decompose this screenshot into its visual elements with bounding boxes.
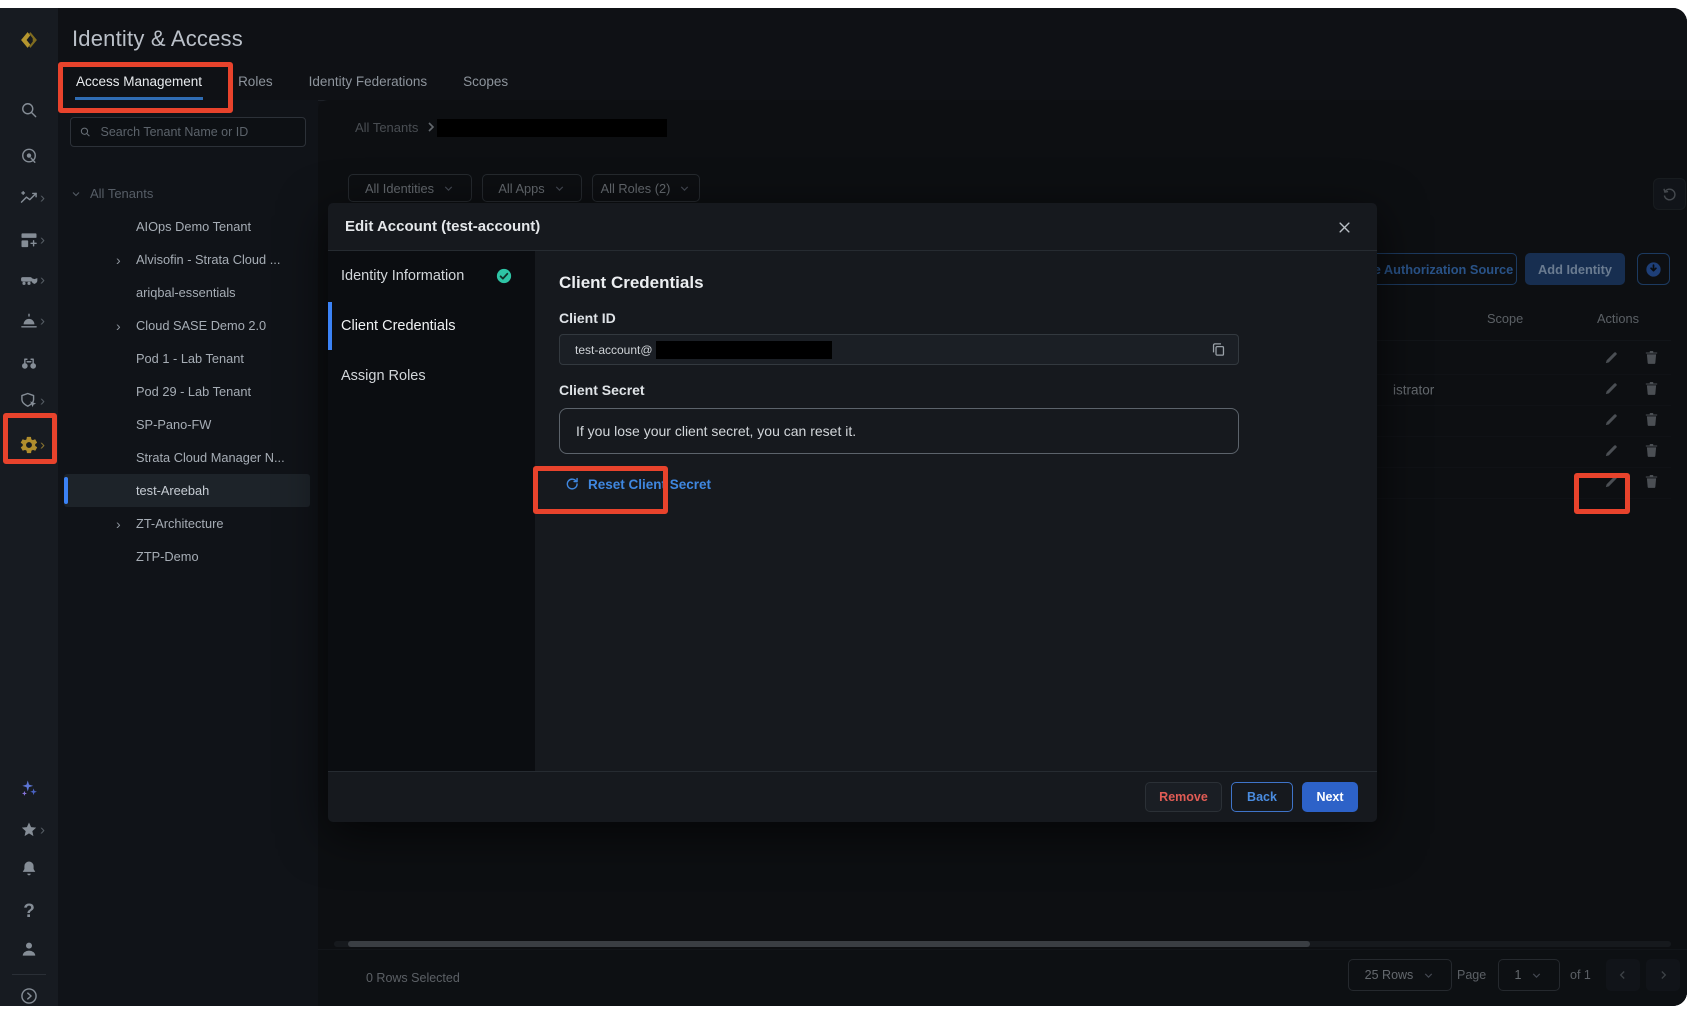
tenant-item-cloud-sase[interactable]: ›Cloud SASE Demo 2.0 — [64, 309, 310, 342]
tab-scopes[interactable]: Scopes — [462, 66, 509, 100]
tenant-item-pod29[interactable]: Pod 29 - Lab Tenant — [64, 375, 310, 408]
tab-access-management[interactable]: Access Management — [75, 66, 203, 100]
tenant-tree: All Tenants AIOps Demo Tenant ›Alvisofin… — [58, 177, 318, 573]
chevron-right-icon: › — [116, 252, 121, 268]
reset-client-secret-button[interactable]: Reset Client Secret — [564, 476, 711, 492]
alarm-icon[interactable] — [18, 310, 40, 332]
tenant-sidebar: All Tenants AIOps Demo Tenant ›Alvisofin… — [58, 100, 318, 1006]
tab-identity-federations[interactable]: Identity Federations — [308, 66, 429, 100]
back-button[interactable]: Back — [1231, 782, 1293, 812]
check-circle-icon — [495, 267, 513, 285]
chevron-right-icon: › — [40, 823, 45, 838]
brand-logo-icon — [18, 29, 40, 51]
binoculars-icon[interactable] — [18, 352, 40, 374]
tenant-item-zt-architecture[interactable]: ›ZT-Architecture — [64, 507, 310, 540]
page-title: Identity & Access — [72, 26, 243, 52]
remove-button[interactable]: Remove — [1145, 782, 1222, 812]
notifications-bell-icon[interactable] — [18, 858, 40, 880]
shield-cursor-icon[interactable] — [18, 390, 40, 412]
user-profile-icon[interactable] — [18, 938, 40, 960]
client-id-value: test-account@ — [575, 343, 653, 357]
chevron-right-icon: › — [116, 516, 121, 532]
vehicle-shield-icon[interactable] — [18, 269, 40, 291]
expand-rail-icon[interactable] — [18, 985, 40, 1006]
tenant-item-ariqbal[interactable]: ariqbal-essentials — [64, 276, 310, 309]
search-icon — [79, 125, 91, 139]
tenant-item-aiops[interactable]: AIOps Demo Tenant — [64, 210, 310, 243]
edit-account-modal: Edit Account (test-account) Identity Inf… — [328, 203, 1377, 822]
redacted-client-id — [656, 341, 832, 359]
copy-icon[interactable] — [1210, 341, 1228, 359]
tab-roles[interactable]: Roles — [237, 66, 274, 100]
chevron-right-icon: › — [40, 191, 45, 206]
tenant-search-box — [70, 117, 306, 147]
tenant-item-pod1[interactable]: Pod 1 - Lab Tenant — [64, 342, 310, 375]
tenant-item-strata-cloud[interactable]: Strata Cloud Manager N... — [64, 441, 310, 474]
modal-content: Client Credentials Client ID test-accoun… — [535, 251, 1377, 771]
tenant-item-ztp-demo[interactable]: ZTP-Demo — [64, 540, 310, 573]
client-secret-label: Client Secret — [559, 382, 1353, 398]
chevron-right-icon: › — [40, 394, 45, 409]
close-button[interactable] — [1333, 216, 1355, 238]
app-window: › › › › › › › ? — [0, 8, 1687, 1006]
tenant-search-input[interactable] — [98, 124, 297, 140]
search-nav-icon[interactable] — [18, 99, 40, 121]
settings-gear-icon[interactable] — [18, 434, 40, 456]
chevron-right-icon: › — [40, 314, 45, 329]
step-assign-roles[interactable]: Assign Roles — [328, 351, 535, 401]
chevron-right-icon: › — [40, 233, 45, 248]
dashboard-add-icon[interactable] — [18, 229, 40, 251]
client-id-label: Client ID — [559, 310, 1353, 326]
client-secret-note: If you lose your client secret, you can … — [559, 408, 1239, 454]
refresh-icon — [564, 476, 580, 492]
chevron-right-icon: › — [40, 273, 45, 288]
tenant-item-alvisofin[interactable]: ›Alvisofin - Strata Cloud ... — [64, 243, 310, 276]
screenshot-page: › › › › › › › ? — [0, 0, 1703, 1015]
chevron-down-icon — [70, 188, 82, 200]
insights-trend-icon[interactable] — [18, 187, 40, 209]
modal-header: Edit Account (test-account) — [328, 203, 1377, 251]
icon-rail: › › › › › › › ? — [0, 8, 58, 1006]
next-button[interactable]: Next — [1302, 782, 1358, 812]
tenant-item-sp-pano-fw[interactable]: SP-Pano-FW — [64, 408, 310, 441]
client-id-field[interactable]: test-account@ — [559, 334, 1239, 365]
favorites-star-icon[interactable] — [18, 819, 40, 841]
modal-step-nav: Identity Information Client Credentials … — [328, 251, 535, 771]
help-icon[interactable]: ? — [18, 901, 40, 923]
app-header: Identity & Access Access Management Role… — [58, 8, 1687, 101]
step-identity-information[interactable]: Identity Information — [328, 251, 535, 301]
modal-body: Identity Information Client Credentials … — [328, 251, 1377, 771]
tenant-item-test-areebah[interactable]: test-Areebah — [64, 474, 310, 507]
step-client-credentials[interactable]: Client Credentials — [328, 301, 535, 351]
target-nav-icon[interactable] — [18, 145, 40, 167]
section-heading: Client Credentials — [559, 273, 1353, 293]
tab-bar: Access Management Roles Identity Federat… — [75, 66, 509, 100]
chevron-right-icon: › — [116, 318, 121, 334]
chevron-right-icon: › — [40, 438, 45, 453]
ai-sparkles-icon[interactable] — [18, 777, 40, 799]
modal-footer: Remove Back Next — [328, 771, 1377, 822]
rail-divider — [12, 974, 46, 975]
modal-title: Edit Account (test-account) — [345, 218, 540, 235]
close-icon — [1337, 220, 1352, 235]
tenant-tree-root[interactable]: All Tenants — [58, 177, 318, 210]
